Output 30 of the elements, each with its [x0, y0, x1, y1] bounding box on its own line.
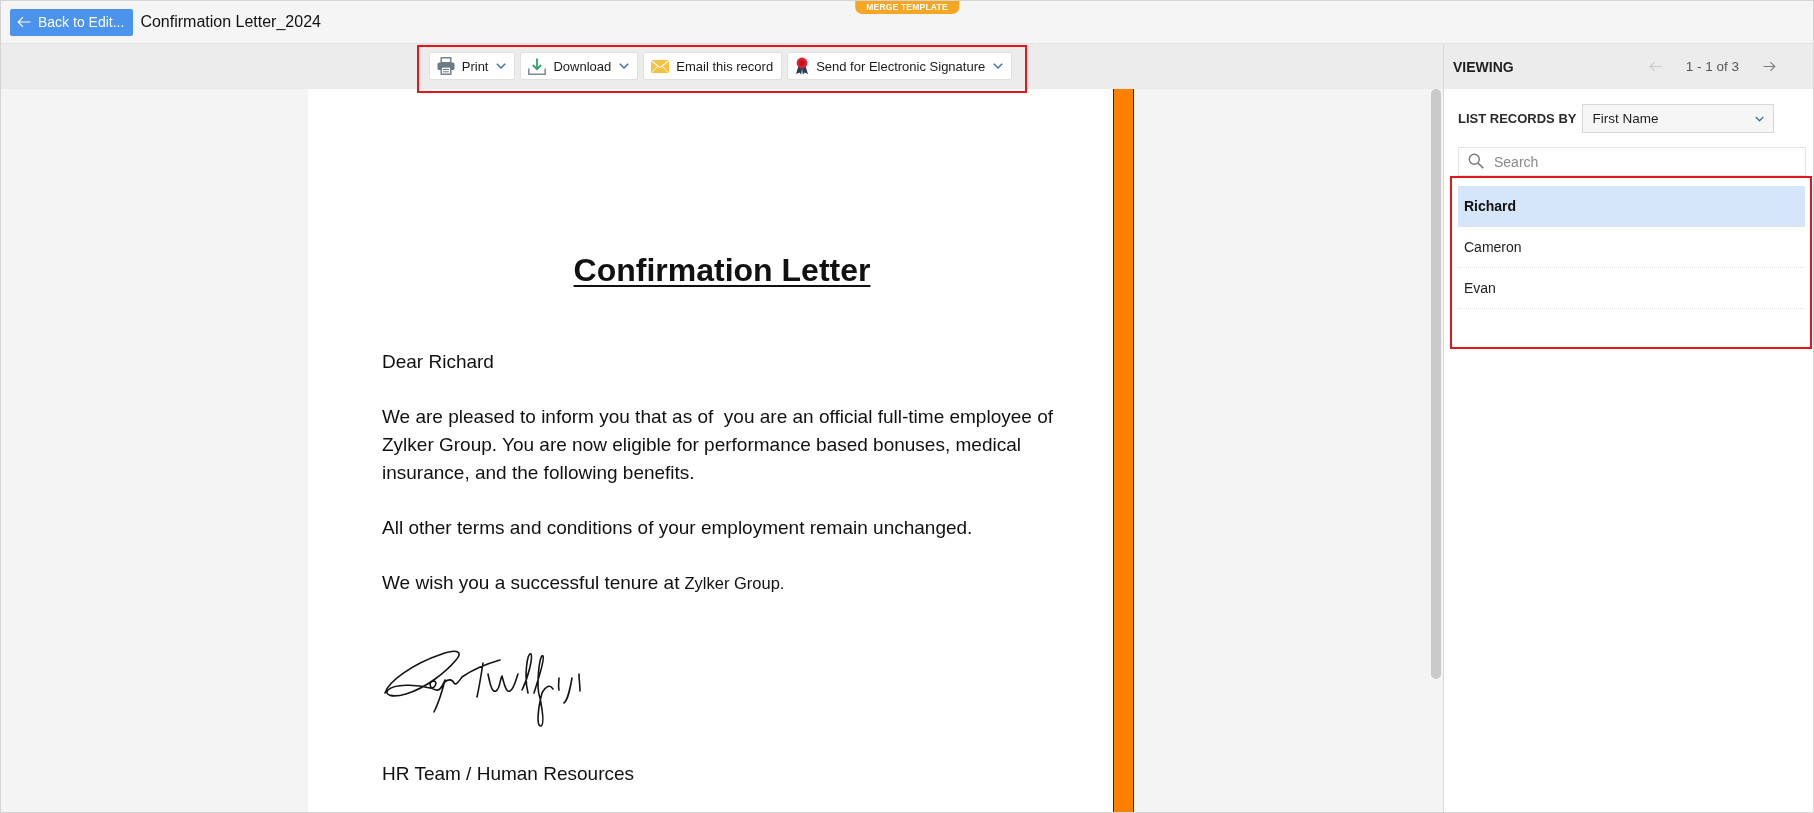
letter-title: Confirmation Letter [573, 251, 871, 290]
award-ribbon-icon [795, 57, 810, 75]
pager-range: 1 - 1 of 3 [1685, 59, 1739, 74]
envelope-icon [651, 59, 670, 73]
merge-template-badge: MERGE TEMPLATE [855, 1, 959, 14]
letter-paragraph: We wish you a successful tenure at [382, 571, 680, 595]
download-button[interactable]: Download [520, 52, 639, 80]
sort-field-dropdown[interactable]: First Name [1582, 104, 1775, 133]
search-icon [1468, 153, 1484, 169]
signature-button[interactable]: Send for Electronic Signature [787, 52, 1013, 80]
print-button[interactable]: Print [428, 52, 516, 80]
email-button[interactable]: Email this record [643, 52, 783, 80]
letter-paragraph: We are pleased to inform you that as of you are an official full-time employee of Zylker Group. You are now eligible for performance based bonuses, medical insurance, and the following benefits. [382, 405, 1054, 485]
record-item[interactable]: Evan [1458, 268, 1805, 309]
record-item[interactable]: Richard [1458, 186, 1805, 227]
download-icon [528, 57, 547, 75]
list-records-by-label: LIST RECORDS BY [1458, 111, 1577, 126]
panel-title: VIEWING [1453, 58, 1514, 75]
arrow-left-icon [17, 16, 31, 28]
record-item[interactable]: Cameron [1458, 227, 1805, 268]
scrollbar-thumb[interactable] [1431, 89, 1441, 679]
letter-sign-off: HR Team / Human Resources [382, 762, 635, 786]
document-title: Confirmation Letter_2024 [140, 13, 321, 31]
printer-icon [436, 57, 455, 75]
letter-paragraph: All other terms and conditions of your employment remain unchanged. [382, 516, 973, 540]
arrow-right-icon[interactable] [1763, 61, 1776, 72]
merge-field-value: Zylker Group. [684, 573, 785, 594]
search-field[interactable]: Search [1458, 147, 1806, 176]
letter-greeting: Dear Richard [382, 350, 494, 374]
caret-down-icon [1755, 115, 1765, 122]
